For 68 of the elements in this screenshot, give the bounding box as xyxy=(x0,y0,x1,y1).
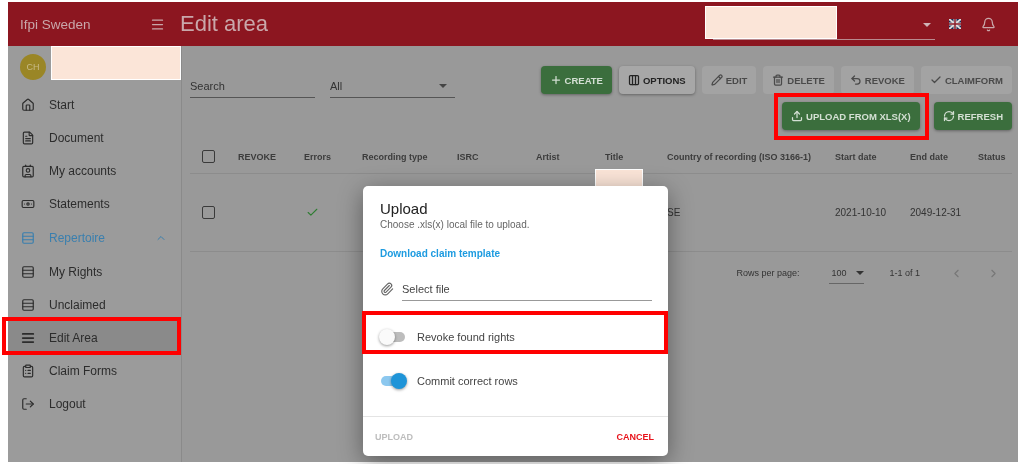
list-icon xyxy=(21,330,35,345)
toolbar-button[interactable]: OPTIONS xyxy=(618,66,695,94)
toggle-switch[interactable] xyxy=(379,329,407,345)
column-header[interactable]: REVOKE xyxy=(230,151,296,162)
column-header[interactable]: End date xyxy=(902,151,970,162)
column-header[interactable]: Start date xyxy=(827,151,902,162)
dropdown-caret-icon xyxy=(856,270,865,275)
table-cell-text: SE xyxy=(666,207,682,218)
sidebar-item[interactable]: Start xyxy=(8,88,181,121)
rows-per-page-label: Rows per page: xyxy=(736,268,800,278)
column-header[interactable]: Errors xyxy=(296,151,354,162)
columns-icon xyxy=(627,74,640,86)
column-header[interactable]: Status xyxy=(970,151,1012,162)
toggle-label: Revoke found rights xyxy=(417,331,515,343)
plus-icon xyxy=(549,74,562,86)
download-template-link[interactable]: Download claim template xyxy=(363,248,501,259)
document-icon xyxy=(21,130,35,145)
filter-select[interactable]: All xyxy=(330,74,455,98)
dialog-action[interactable]: CANCEL xyxy=(614,427,656,446)
list-icon xyxy=(21,230,35,245)
sidebar-item[interactable]: Unclaimed xyxy=(8,288,181,321)
flag-icon[interactable] xyxy=(949,19,961,29)
toolbar-button[interactable]: REFRESH xyxy=(933,102,1012,130)
page-range: 1-1 of 1 xyxy=(889,268,920,278)
page-title: Edit area xyxy=(180,11,270,37)
upload-icon xyxy=(791,110,804,122)
dialog-subtitle: Choose .xls(x) local file to upload. xyxy=(379,219,531,230)
refresh-icon xyxy=(942,110,955,122)
search-field[interactable]: Search xyxy=(190,74,315,98)
file-field[interactable]: Select file xyxy=(402,277,652,301)
list-icon xyxy=(21,297,35,312)
sidebar-item[interactable]: Document xyxy=(8,121,181,154)
contact-card-icon xyxy=(21,163,35,178)
column-header[interactable]: Recording type xyxy=(354,151,449,162)
brand-name: Ifpi Sweden xyxy=(19,16,92,32)
column-header[interactable]: Country of recording (ISO 3166-1) xyxy=(659,151,827,162)
home-icon xyxy=(21,97,35,112)
list-icon xyxy=(21,264,35,279)
form-icon xyxy=(21,363,35,378)
sidebar-item[interactable]: Statements xyxy=(8,187,181,220)
check-icon xyxy=(929,74,942,86)
rows-per-page-select[interactable]: 100 xyxy=(829,262,865,284)
column-header[interactable]: ISRC xyxy=(449,151,528,162)
logout-icon xyxy=(21,396,35,411)
toolbar-button[interactable]: UPLOAD FROM XLS(X) xyxy=(782,102,920,130)
bell-icon[interactable] xyxy=(981,16,996,32)
user-avatar: CH xyxy=(20,54,46,80)
paperclip-icon[interactable] xyxy=(380,282,394,296)
toggle-label: Commit correct rows xyxy=(417,375,518,387)
toolbar-button[interactable]: CREATE xyxy=(540,66,612,94)
toggle-switch[interactable] xyxy=(379,373,407,389)
dropdown-caret-icon xyxy=(439,83,447,88)
table-cell-text: 2049-12-31 xyxy=(909,207,963,218)
sidebar-item[interactable]: Logout xyxy=(8,387,181,420)
dropdown-caret-icon xyxy=(923,23,931,27)
dialog-title: Upload xyxy=(379,200,429,217)
pencil-icon xyxy=(710,74,723,86)
sidebar-item[interactable]: My Rights xyxy=(8,255,181,288)
sidebar-item[interactable]: Claim Forms xyxy=(8,354,181,387)
table-cell-text: 2021-10-10 xyxy=(834,207,888,218)
sidebar-item[interactable]: My accounts xyxy=(8,154,181,187)
checkbox[interactable] xyxy=(202,150,215,163)
undo-icon xyxy=(849,74,862,86)
column-header[interactable]: Title xyxy=(597,151,659,162)
column-header[interactable]: Artist xyxy=(528,151,597,162)
menu-icon[interactable] xyxy=(150,16,165,32)
trash-icon xyxy=(772,74,785,86)
checkbox[interactable] xyxy=(202,206,215,219)
